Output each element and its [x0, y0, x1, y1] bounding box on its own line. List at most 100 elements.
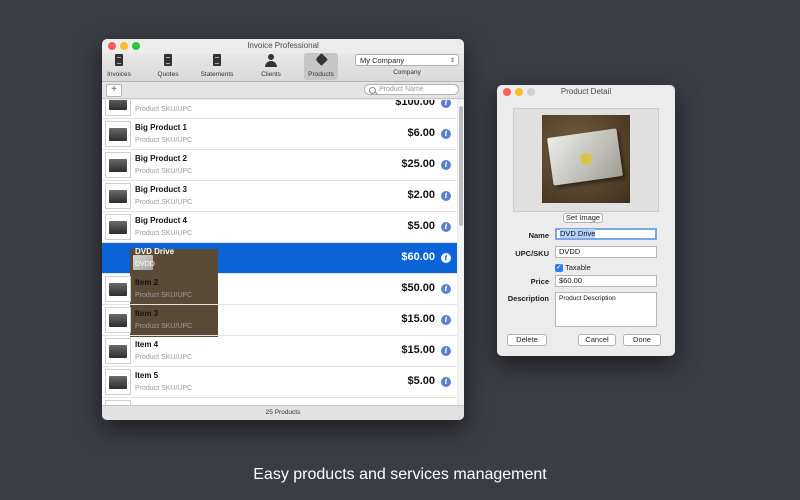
company-label: Company [393, 69, 421, 76]
info-icon[interactable]: i [441, 191, 451, 201]
product-name: Big Product 4 [135, 216, 188, 225]
product-thumbnail [105, 121, 131, 147]
detail-titlebar[interactable]: Product Detail [497, 85, 675, 99]
document-icon [213, 54, 221, 66]
drive-image [109, 314, 127, 327]
product-price: $5.00 [407, 220, 435, 232]
product-price: $50.00 [401, 282, 435, 294]
product-thumbnail [105, 100, 131, 116]
product-row[interactable]: 100 Test Item Product SKU/UPC $100.00 i [102, 100, 457, 119]
info-icon[interactable]: i [441, 160, 451, 170]
product-list-scrollbar[interactable] [458, 100, 464, 405]
product-name: Item 4 [135, 340, 159, 349]
product-sku: Product SKU/UPC [135, 230, 193, 237]
tag-icon [314, 53, 328, 66]
product-price: $15.00 [401, 344, 435, 356]
drive-image [109, 345, 127, 358]
taxable-checkbox[interactable]: ✓ Taxable [555, 263, 591, 273]
zoom-icon[interactable] [527, 88, 535, 96]
zoom-icon[interactable] [132, 42, 140, 50]
done-button[interactable]: Done [623, 334, 661, 346]
description-label: Description [507, 294, 549, 303]
price-label: Price [530, 277, 549, 286]
document-icon [115, 54, 123, 66]
product-row[interactable]: Item 4 Product SKU/UPC $15.00 i [102, 336, 457, 367]
close-icon[interactable] [503, 88, 511, 96]
description-textarea[interactable]: Product Description [555, 292, 657, 327]
product-price: $25.00 [401, 158, 435, 170]
main-titlebar[interactable]: Invoice Professional [102, 39, 464, 53]
scrollbar-thumb[interactable] [459, 106, 463, 226]
product-search-input[interactable]: Product Name [364, 84, 459, 95]
product-sku: Product SKU/UPC [135, 385, 193, 392]
drive-image [109, 159, 127, 172]
name-field[interactable]: DVD Drive [555, 228, 657, 240]
product-row[interactable]: Item 2 Product SKU/UPC $50.00 i [102, 274, 457, 305]
toolbar-clients[interactable]: Clients [254, 53, 288, 80]
status-bar: 25 Products [102, 405, 464, 420]
product-name: Item 3 [135, 309, 159, 318]
product-price: $15.00 [401, 313, 435, 325]
main-window-title: Invoice Professional [247, 41, 319, 50]
info-icon[interactable]: i [441, 100, 451, 108]
product-name: Item 5 [135, 371, 159, 380]
product-row[interactable] [102, 398, 457, 405]
info-icon[interactable]: i [441, 222, 451, 232]
product-row[interactable]: Big Product 1 Product SKU/UPC $6.00 i [102, 119, 457, 150]
info-icon[interactable]: i [441, 346, 451, 356]
toolbar-quotes[interactable]: Quotes [151, 53, 185, 80]
person-icon [264, 54, 278, 67]
product-name: Big Product 2 [135, 154, 188, 163]
info-icon[interactable]: i [441, 377, 451, 387]
company-select[interactable]: My Company ⇕ [355, 54, 459, 66]
toolbar-products[interactable]: Products [304, 53, 338, 80]
marketing-caption: Easy products and services management [253, 466, 547, 483]
product-name: 100 Test Item [135, 100, 185, 101]
product-sku: Product SKU/UPC [135, 168, 193, 175]
product-sku: Product SKU/UPC [135, 323, 193, 330]
product-sku: Product SKU/UPC [135, 199, 193, 206]
info-icon[interactable]: i [441, 129, 451, 139]
set-image-button[interactable]: Set Image [563, 213, 603, 223]
add-product-button[interactable]: + [106, 84, 122, 97]
product-row[interactable]: Item 3 Product SKU/UPC $15.00 i [102, 305, 457, 336]
minimize-icon[interactable] [120, 42, 128, 50]
close-icon[interactable] [108, 42, 116, 50]
toolbar-invoices[interactable]: Invoices [102, 53, 136, 80]
product-row[interactable]: Big Product 2 Product SKU/UPC $25.00 i [102, 150, 457, 181]
product-thumbnail [105, 276, 131, 302]
delete-button[interactable]: Delete [507, 334, 547, 346]
info-icon[interactable]: i [441, 253, 451, 263]
drive-image [109, 128, 127, 141]
cancel-button[interactable]: Cancel [578, 334, 616, 346]
product-price: $5.00 [407, 375, 435, 387]
info-icon[interactable]: i [441, 284, 451, 294]
info-icon[interactable]: i [441, 315, 451, 325]
product-list[interactable]: 100 Test ItemProduct SKU/UPC$100.00iBig … [102, 100, 457, 405]
product-price: $100.00 [395, 100, 435, 108]
product-row[interactable]: Big Product 4 Product SKU/UPC $5.00 i [102, 212, 457, 243]
product-row[interactable]: Big Product 3 Product SKU/UPC $2.00 i [102, 181, 457, 212]
product-name: DVD Drive [135, 247, 175, 256]
product-name: Big Product 1 [135, 123, 188, 132]
price-field[interactable]: $60.00 [555, 275, 657, 287]
product-image-well[interactable] [513, 108, 659, 212]
product-detail-window: Product Detail Set Image Name DVD Drive … [497, 85, 675, 356]
toolbar-statements[interactable]: Statements [200, 53, 234, 80]
drive-image [109, 221, 127, 234]
product-name: Big Product 3 [135, 185, 188, 194]
product-photo [542, 115, 630, 203]
product-sku: Product SKU/UPC [135, 137, 193, 144]
main-toolbar: Invoices Quotes Statements Clients Produ… [102, 53, 464, 82]
product-row[interactable]: DVD Drive DVDD $60.00 i [102, 243, 457, 337]
minimize-icon[interactable] [515, 88, 523, 96]
product-name: Item 2 [135, 278, 159, 287]
product-thumbnail [105, 183, 131, 209]
product-row[interactable]: Item 5 Product SKU/UPC $5.00 i [102, 367, 457, 398]
dvd-drive-image [547, 128, 623, 186]
product-thumbnail [105, 214, 131, 240]
product-price: $60.00 [401, 251, 435, 263]
detail-window-title: Product Detail [560, 87, 612, 96]
sku-field[interactable]: DVDD [555, 246, 657, 258]
document-icon [164, 54, 172, 66]
